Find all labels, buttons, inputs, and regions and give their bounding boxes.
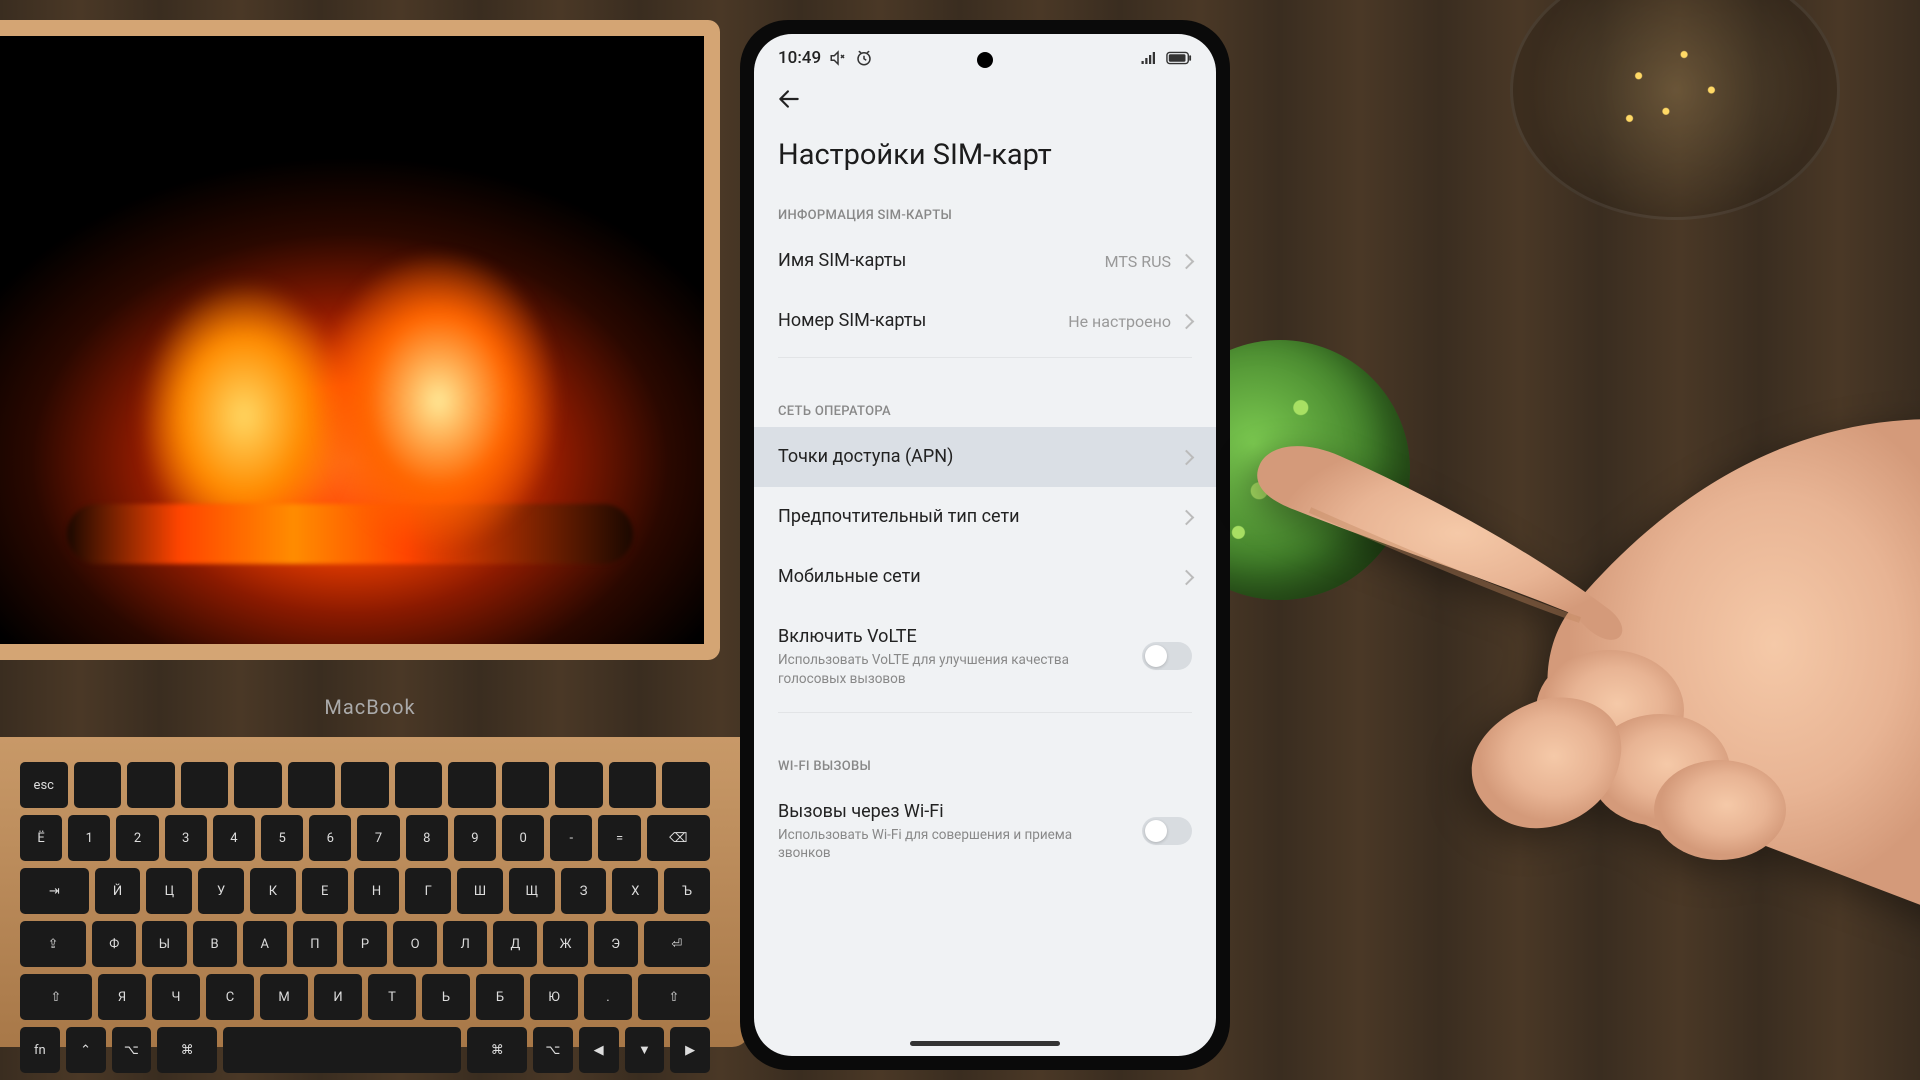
row-value: MTS RUS xyxy=(1105,252,1171,271)
chevron-right-icon xyxy=(1179,253,1195,269)
row-label: Номер SIM-карты xyxy=(778,309,1068,332)
alarm-icon xyxy=(855,49,873,67)
row-network-type[interactable]: Предпочтительный тип сети xyxy=(754,487,1216,547)
chevron-right-icon xyxy=(1179,569,1195,585)
row-mobile-networks[interactable]: Мобильные сети xyxy=(754,547,1216,607)
home-indicator[interactable] xyxy=(910,1041,1060,1046)
row-apn[interactable]: Точки доступа (APN) xyxy=(754,427,1216,487)
row-sub: Использовать Wi-Fi для совершения и прие… xyxy=(778,826,1088,862)
row-volte[interactable]: Включить VoLTE Использовать VoLTE для ул… xyxy=(754,607,1216,706)
row-label: Точки доступа (APN) xyxy=(778,445,1181,468)
macbook-screen xyxy=(0,20,720,660)
chevron-right-icon xyxy=(1179,313,1195,329)
macbook-keyboard: esc Ё1234567890-=⌫ ⇥ЙЦУКЕНГШЩЗХЪ ⇪ФЫВАПР… xyxy=(0,737,750,1047)
wifi-call-toggle[interactable] xyxy=(1142,817,1192,845)
camera-hole xyxy=(977,52,993,68)
row-label: Предпочтительный тип сети xyxy=(778,505,1181,528)
phone-screen: 10:49 Настройки SIM-карт ИНФОРМАЦИЯ SIM-… xyxy=(754,34,1216,1056)
battery-icon xyxy=(1166,49,1192,67)
signal-icon xyxy=(1140,49,1158,67)
row-sim-number[interactable]: Номер SIM-карты Не настроено xyxy=(754,291,1216,351)
row-sub: Использовать VoLTE для улучшения качеств… xyxy=(778,651,1088,687)
macbook-laptop: MacBook esc Ё1234567890-=⌫ ⇥ЙЦУКЕНГШЩЗХЪ… xyxy=(0,20,760,1060)
row-sim-name[interactable]: Имя SIM-карты MTS RUS xyxy=(754,231,1216,291)
row-label: Включить VoLTE xyxy=(778,625,1142,648)
back-arrow-icon xyxy=(776,86,802,112)
chevron-right-icon xyxy=(1179,449,1195,465)
row-label: Мобильные сети xyxy=(778,565,1181,588)
chevron-right-icon xyxy=(1179,509,1195,525)
section-header-carrier: СЕТЬ ОПЕРАТОРА xyxy=(754,390,1216,427)
pointing-hand xyxy=(1240,400,1920,1050)
row-label: Вызовы через Wi-Fi xyxy=(778,800,1142,823)
section-header-sim-info: ИНФОРМАЦИЯ SIM-КАРТЫ xyxy=(754,194,1216,231)
page-title: Настройки SIM-карт xyxy=(754,120,1216,194)
fireplace-video xyxy=(0,36,704,644)
status-time: 10:49 xyxy=(778,48,821,68)
volte-toggle[interactable] xyxy=(1142,642,1192,670)
row-wifi-call[interactable]: Вызовы через Wi-Fi Использовать Wi-Fi дл… xyxy=(754,782,1216,881)
section-header-wifi-calls: WI-FI ВЫЗОВЫ xyxy=(754,745,1216,782)
row-label: Имя SIM-карты xyxy=(778,249,1105,272)
row-value: Не настроено xyxy=(1068,312,1171,331)
macbook-brand-label: MacBook xyxy=(0,695,760,719)
back-button[interactable] xyxy=(754,74,1216,120)
smartphone: 10:49 Настройки SIM-карт ИНФОРМАЦИЯ SIM-… xyxy=(740,20,1230,1070)
mute-icon xyxy=(829,49,847,67)
